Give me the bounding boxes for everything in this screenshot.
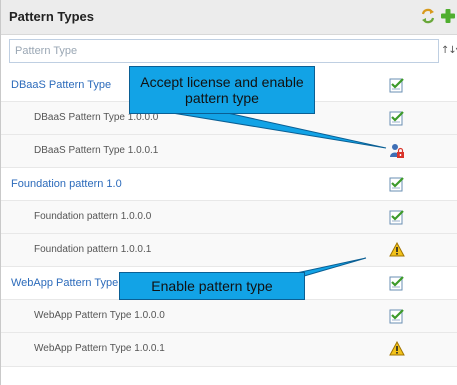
license-callout-pointer [165,111,387,289]
enable-callout: Enable pattern type [119,272,305,300]
enable-callout-text: Enable pattern type [151,278,273,294]
license-callout: Accept license and enable pattern type [129,66,315,114]
pattern-types-panel: Pattern Types ↑↓▾ DBaaS Pattern Type DBa… [0,0,457,385]
license-callout-text: Accept license and enable pattern type [140,74,304,106]
